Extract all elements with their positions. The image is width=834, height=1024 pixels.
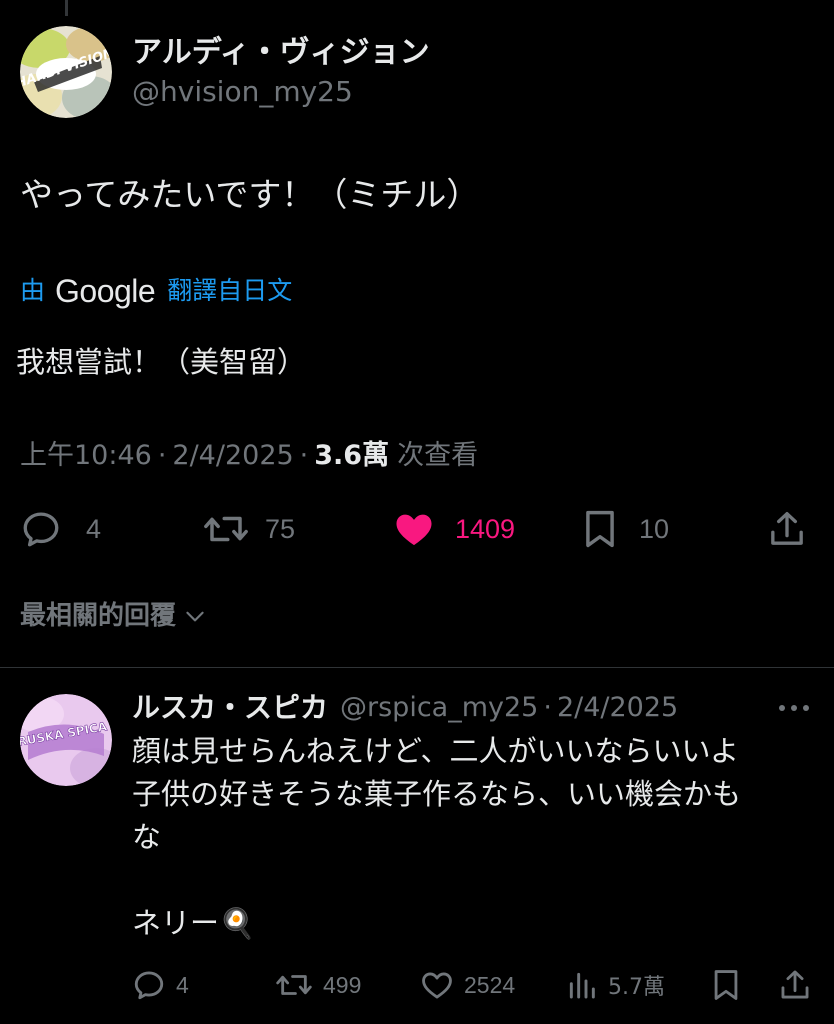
tweet-time[interactable]: 上午10:46 <box>20 435 152 477</box>
reply-author-display-name[interactable]: ルスカ・スピカ <box>132 688 328 728</box>
reply-count: 4 <box>86 513 102 544</box>
reply-icon <box>23 512 59 547</box>
share-button[interactable] <box>767 508 807 550</box>
author-display-name[interactable]: アルディ・ヴィジョン <box>132 33 430 73</box>
share-icon <box>781 970 809 999</box>
repost-icon <box>204 516 248 542</box>
reply-repost-count: 499 <box>323 971 362 998</box>
like-icon <box>422 972 452 999</box>
repost-icon <box>276 975 312 995</box>
translation-attribution[interactable]: 由 Google 翻譯自日文 <box>20 271 292 311</box>
reply-text-blank-line <box>132 859 812 902</box>
reply-like-count: 2524 <box>464 971 516 998</box>
views-icon <box>569 972 595 999</box>
tweet-meta: 上午10:46 · 2/4/2025 · 3.6萬 次查看 <box>20 435 478 477</box>
more-options-button[interactable] <box>776 700 812 720</box>
tweet-date[interactable]: 2/4/2025 <box>172 435 293 477</box>
repost-count: 75 <box>265 513 296 544</box>
reply-text-line: 顔は見せらんねえけど、二人がいいならいいよ <box>132 734 739 768</box>
reply-repost-button[interactable]: 499 <box>275 968 361 1002</box>
more-icon <box>779 705 809 711</box>
reply-views-button[interactable]: 5.7萬 <box>566 968 665 1002</box>
reply-bookmark-button[interactable] <box>710 968 742 1002</box>
divider <box>0 667 834 668</box>
reply-header: ルスカ・スピカ @rspica_my25 · 2/4/2025 <box>132 688 678 728</box>
translated-text: 我想嘗試！（美智留） <box>16 345 307 379</box>
reply-icon <box>134 971 164 1000</box>
author-handle[interactable]: @hvision_my25 <box>132 73 430 111</box>
thread-connector-line <box>65 0 68 16</box>
meta-separator: · <box>157 440 167 471</box>
reply-reply-button[interactable]: 4 <box>132 968 189 1002</box>
reply-text: 顔は見せらんねえけど、二人がいいならいいよ 子供の好きそうな菓子作るなら、いい機… <box>132 730 812 945</box>
share-icon <box>771 511 803 545</box>
reply-text-line: な <box>132 820 162 854</box>
views-count: 3.6萬 <box>314 440 390 471</box>
reply-share-button[interactable] <box>778 968 812 1002</box>
repost-button[interactable]: 75 <box>203 508 295 550</box>
reply-avatar-image: RUSKA SPICA <box>20 694 112 786</box>
reply-text-line: 子供の好きそうな菓子作るなら、いい機会かも <box>132 777 742 811</box>
like-count: 1409 <box>455 513 516 544</box>
bookmark-icon <box>586 510 614 548</box>
reply-date[interactable]: 2/4/2025 <box>557 688 678 728</box>
reply-text-line: ネリー🍳 <box>132 906 256 940</box>
reply-sort-label: 最相關的回覆 <box>20 601 177 631</box>
bookmark-count: 10 <box>639 513 670 544</box>
avatar[interactable]: HARDI VISION <box>20 26 112 118</box>
main-tweet-header: HARDI VISION アルディ・ヴィジョン @hvision_my25 <box>20 26 430 118</box>
like-button[interactable]: 1409 <box>393 508 515 550</box>
like-icon <box>396 514 432 546</box>
bookmark-icon <box>714 970 738 1000</box>
tweet-text: やってみたいです！（ミチル） <box>20 175 480 214</box>
main-author-names: アルディ・ヴィジョン @hvision_my25 <box>132 33 430 111</box>
translation-source-label: 翻譯自日文 <box>167 276 293 305</box>
translation-prefix: 由 <box>20 276 46 305</box>
reply-like-button[interactable]: 2524 <box>420 968 515 1002</box>
avatar-image: HARDI VISION <box>20 26 112 118</box>
bookmark-button[interactable]: 10 <box>581 508 669 550</box>
reply-sort-dropdown[interactable]: 最相關的回覆 <box>20 597 208 635</box>
reply-avatar[interactable]: RUSKA SPICA <box>20 694 112 786</box>
reply-button[interactable]: 4 <box>20 508 101 550</box>
meta-separator: · <box>299 440 309 471</box>
reply-reply-count: 4 <box>176 971 189 998</box>
google-logo-text: Google <box>55 273 156 309</box>
chevron-down-icon <box>186 611 204 622</box>
reply-views-count: 5.7萬 <box>608 975 665 1000</box>
views-label: 次查看 <box>397 440 479 471</box>
reply-author-handle[interactable]: @rspica_my25 <box>340 688 538 728</box>
reply-meta-separator: · <box>543 692 552 723</box>
